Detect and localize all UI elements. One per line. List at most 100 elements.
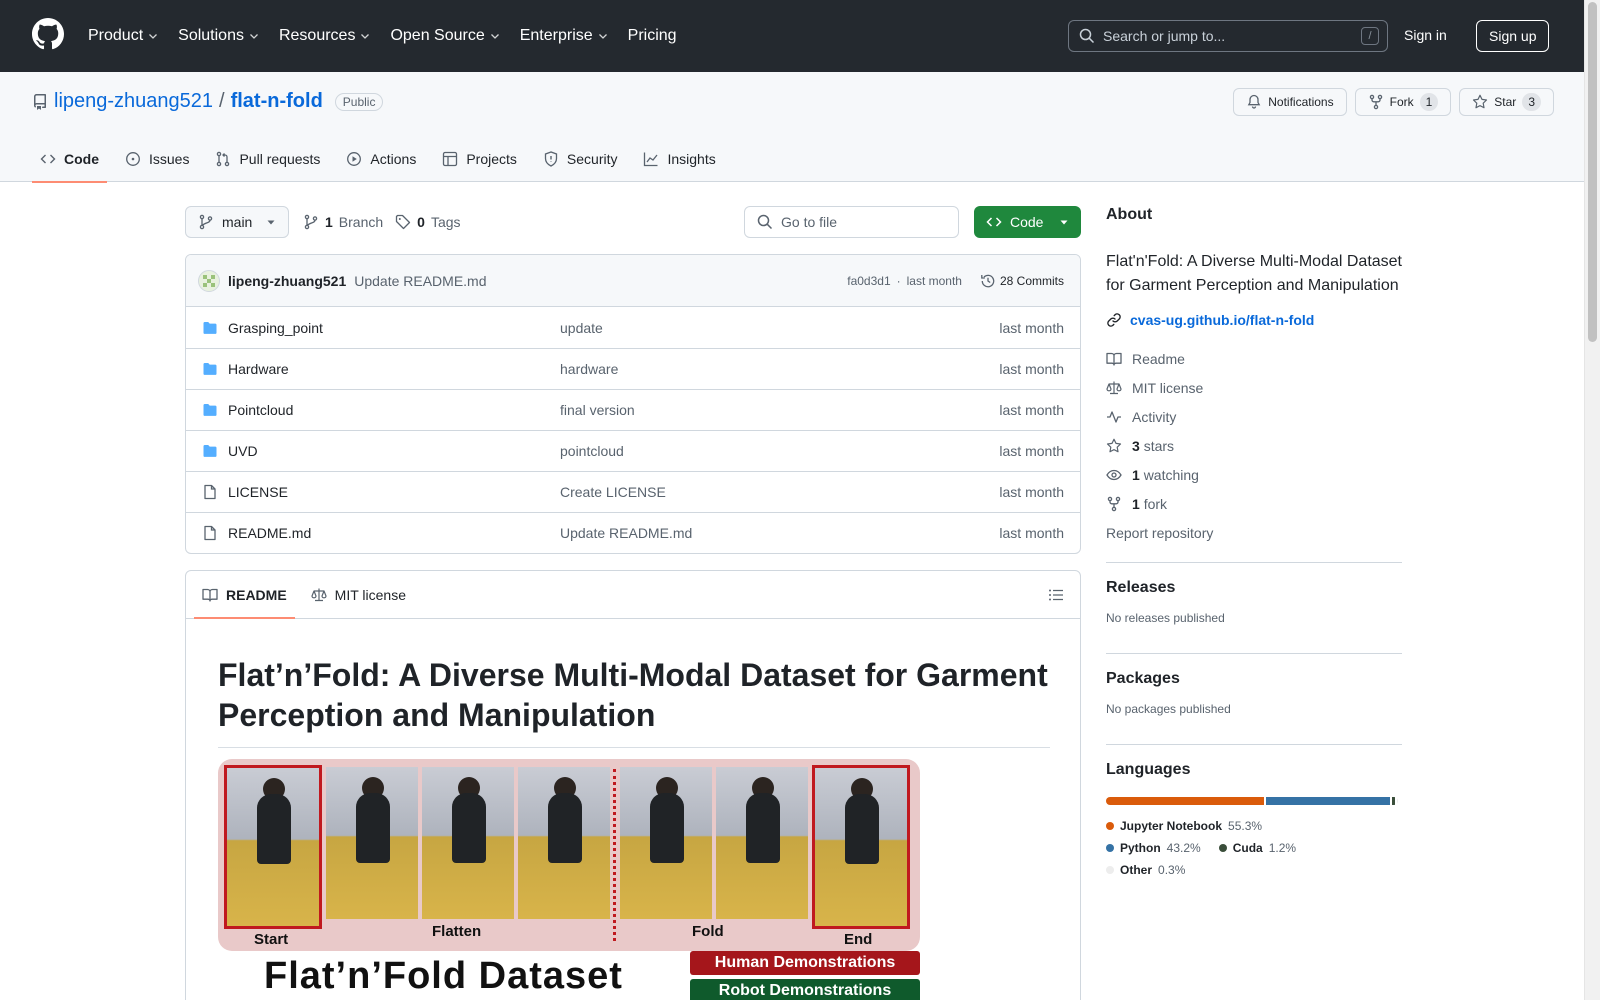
file-commit-message-link[interactable]: hardware [560,361,618,377]
list-unordered-icon[interactable] [1048,587,1064,603]
nav-solutions[interactable]: Solutions [178,27,260,45]
nav-product[interactable]: Product [88,27,159,45]
file-commit-message-link[interactable]: pointcloud [560,443,624,459]
file-commit-message-link[interactable]: final version [560,402,635,418]
tab-code[interactable]: Code [32,136,107,183]
forks-label: fork [1143,495,1168,512]
activity-link[interactable]: Activity [1106,402,1213,431]
report-repository-link[interactable]: Report repository [1106,518,1213,547]
nav-resources-label: Resources [278,27,356,44]
watchers-link[interactable]: 1 watching [1106,460,1213,489]
file-row[interactable]: UVD pointcloud last month [186,430,1080,471]
repo-name-link[interactable]: flat-n-fold [231,90,323,113]
nav-resources[interactable]: Resources [279,27,371,45]
tab-actions-label: Actions [370,151,417,167]
file-name-link[interactable]: Grasping_point [228,320,323,336]
sign-in-link[interactable]: Sign in [1404,27,1447,43]
file-name-link[interactable]: LICENSE [228,484,288,500]
caret-down-icon [1059,217,1069,227]
notifications-button[interactable]: Notifications [1233,88,1347,116]
about-stats: Readme MIT license Activity 3 stars 1 wa… [1106,344,1213,547]
commit-age: last month [906,273,962,288]
file-row[interactable]: Grasping_point update last month [186,307,1080,348]
eye-icon [1106,467,1122,483]
git-branch-icon [303,214,319,230]
file-row[interactable]: README.md Update README.md last month [186,512,1080,553]
language-legend-item[interactable]: Other 0.3% [1106,859,1185,881]
go-to-file-input[interactable]: Go to file [744,206,959,238]
about-heading: About [1106,206,1153,223]
commit-author-link[interactable]: lipeng-zhuang521 [228,273,346,289]
branch-toolbar: main 1 Branch 0 Tags Go to file Code [185,206,1081,238]
tab-security[interactable]: Security [535,136,626,182]
language-legend-item[interactable]: Cuda 1.2% [1218,837,1296,859]
license-link[interactable]: MIT license [1106,373,1213,402]
file-browser: lipeng-zhuang521 Update README.md fa0d3d… [185,254,1081,554]
file-name-link[interactable]: UVD [228,443,258,459]
history-icon [980,273,996,289]
avatar[interactable] [198,269,220,292]
commits-history-link[interactable]: 28 Commits [980,273,1064,289]
branches-link[interactable]: 1 Branch [303,214,383,230]
file-name-link[interactable]: Pointcloud [228,402,293,418]
code-button[interactable]: Code [974,206,1081,238]
nav-open-source[interactable]: Open Source [390,27,500,45]
language-legend-item[interactable]: Jupyter Notebook 55.3% [1106,815,1262,837]
code-button-label: Code [1010,214,1044,230]
law-icon [1106,380,1122,396]
play-icon [346,151,362,167]
language-name: Python [1120,841,1161,855]
file-row[interactable]: Pointcloud final version last month [186,389,1080,430]
file-commit-message-link[interactable]: Create LICENSE [560,484,666,500]
figure-label-end: End [844,931,873,948]
scrollbar-thumb[interactable] [1588,2,1597,342]
file-row[interactable]: LICENSE Create LICENSE last month [186,471,1080,512]
fork-button[interactable]: Fork 1 [1354,88,1452,116]
sign-up-button[interactable]: Sign up [1476,20,1550,52]
packages-heading[interactable]: Packages [1106,670,1402,688]
tab-readme[interactable]: README [194,571,295,619]
tab-license[interactable]: MIT license [303,571,414,618]
file-commit-message-link[interactable]: update [560,320,603,336]
file-list: Grasping_point update last month Hardware ha… [186,307,1080,553]
repo-owner-link[interactable]: lipeng-zhuang521 [54,90,213,113]
star-button[interactable]: Star 3 [1459,88,1554,116]
tab-actions[interactable]: Actions [338,136,424,182]
language-bar-segment [1106,797,1265,805]
tab-insights[interactable]: Insights [635,136,723,182]
language-dot-icon [1106,822,1114,830]
commit-hash-link[interactable]: fa0d3d1 [847,274,890,288]
stars-count: 3 [1132,437,1140,454]
tab-insights-label: Insights [667,151,716,167]
readme-tabs: README MIT license [186,571,1080,619]
tab-projects[interactable]: Projects [434,136,525,182]
folder-icon [202,402,218,418]
commit-message-link[interactable]: Update README.md [354,273,486,289]
homepage-link[interactable]: cvas-ug.github.io/flat-n-fold [1106,312,1314,328]
readme-link[interactable]: Readme [1106,344,1213,373]
file-name-link[interactable]: README.md [228,525,311,541]
nav-enterprise[interactable]: Enterprise [520,27,609,45]
stars-link[interactable]: 3 stars [1106,431,1213,460]
file-commit-message-link[interactable]: Update README.md [560,525,692,541]
language-dot-icon [1218,844,1227,852]
tab-pull-requests[interactable]: Pull requests [207,136,328,182]
global-search-input[interactable]: Search or jump to... / [1068,20,1388,52]
commit-meta-separator: · [896,273,901,288]
file-age: last month [999,443,1064,459]
star-icon [1106,438,1122,454]
branch-select-button[interactable]: main [185,206,289,238]
file-name-link[interactable]: Hardware [228,361,289,377]
tab-issues[interactable]: Issues [117,136,197,182]
about-description: Flat'n'Fold: A Diverse Multi-Modal Datas… [1106,253,1402,294]
tags-link[interactable]: 0 Tags [395,214,461,230]
tag-count-label: Tags [430,214,461,230]
language-legend-item[interactable]: Python 43.2% [1106,837,1201,859]
readme-title: Flat’n’Fold: A Diverse Multi-Modal Datas… [218,655,1050,748]
nav-pricing[interactable]: Pricing [628,27,677,45]
file-row[interactable]: Hardware hardware last month [186,348,1080,389]
page-scrollbar[interactable] [1584,0,1600,1000]
forks-link[interactable]: 1 fork [1106,489,1213,518]
github-logo-icon[interactable] [32,18,64,50]
releases-heading[interactable]: Releases [1106,579,1402,597]
